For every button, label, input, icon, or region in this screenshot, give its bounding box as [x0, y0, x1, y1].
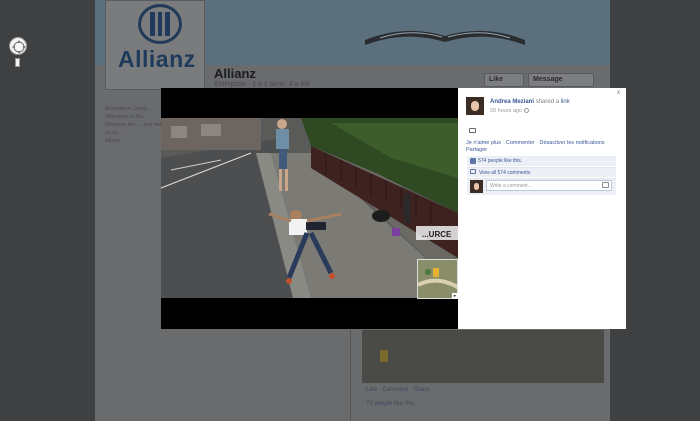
comment-icon [470, 169, 476, 174]
timeline-post-actions[interactable]: Like · Comment · Share [366, 387, 430, 393]
view-all-comments-link[interactable]: View all 574 comments [467, 167, 616, 177]
disable-notifications-link[interactable]: Désactiver les notifications [540, 140, 605, 146]
photo-icon [469, 128, 476, 133]
street-sign-text: ...URCE [422, 230, 452, 239]
allianz-logo-bars [150, 12, 171, 36]
author-name[interactable]: Andrea Meziani [490, 99, 534, 105]
share-link[interactable]: Partager [466, 147, 487, 153]
sidebar-about-link[interactable]: About [105, 137, 165, 145]
shared-object-link[interactable]: link [561, 99, 570, 105]
sidebar-text: Welcome to Ma... Discover the ... and he… [105, 114, 165, 136]
unlike-link[interactable]: Je n'aime plus [466, 140, 501, 146]
open-book-illustration [365, 30, 525, 45]
comment-link[interactable]: Commenter [506, 140, 535, 146]
close-icon[interactable]: x [617, 90, 620, 96]
sidebar-heading: Assurance Comp... [105, 106, 152, 112]
page-message-button[interactable]: Message [528, 73, 594, 87]
camera-icon[interactable] [602, 182, 609, 188]
post-comment-panel [458, 88, 626, 329]
navigation-compass-icon[interactable] [9, 37, 27, 55]
street-view-photo[interactable]: ...URCE [161, 118, 458, 298]
page-about-sidebar: Assurance Comp... Welcome to Ma... Disco… [105, 105, 165, 165]
timeline-post-likes[interactable]: 73 people like this. [366, 401, 416, 407]
street-scene-image: ...URCE [161, 118, 458, 298]
comment-input[interactable] [486, 180, 612, 191]
zoom-slider[interactable] [15, 58, 20, 67]
post-timestamp: 20 hours ago [490, 108, 530, 114]
thumbs-up-icon [470, 158, 476, 164]
page-title[interactable]: Allianz [214, 66, 256, 81]
current-user-avatar [470, 180, 483, 193]
post-actions: Je n'aime plus · Commenter · Désactiver … [466, 140, 609, 153]
page-like-button[interactable]: Like [484, 73, 524, 87]
timestamp-text[interactable]: 20 hours ago [490, 108, 522, 114]
timeline-post-photo[interactable] [362, 330, 604, 383]
logo-wordmark: Allianz [118, 46, 196, 72]
author-avatar[interactable] [466, 97, 484, 115]
globe-icon [524, 108, 530, 114]
photo-lightbox: ...URCE [161, 88, 458, 329]
page-category: Entreprise · 1 à 1 aime, 4 a été [214, 81, 311, 88]
timeline-divider [350, 330, 351, 421]
likes-summary[interactable]: 574 people like this. [467, 156, 616, 166]
post-header: Andrea Meziani shared a link [490, 99, 570, 105]
post-verb: shared a [535, 99, 560, 105]
